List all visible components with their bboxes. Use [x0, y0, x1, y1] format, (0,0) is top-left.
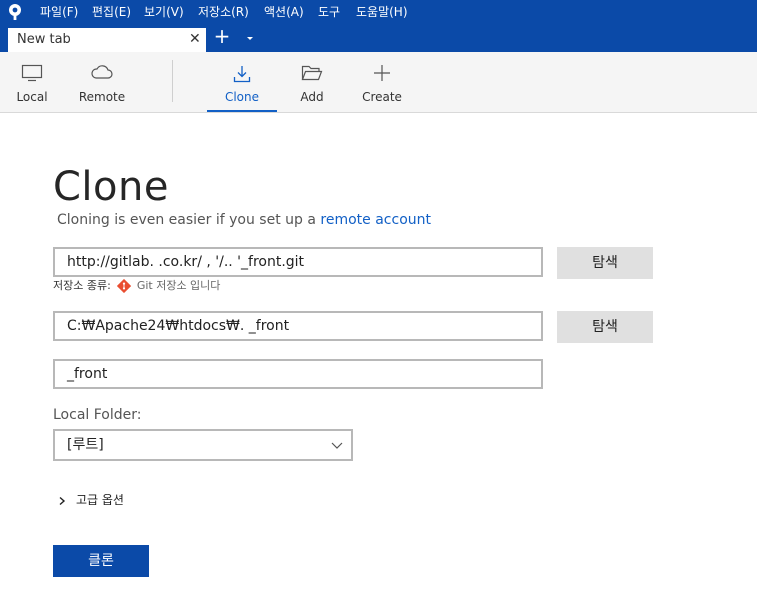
repo-type-info: 저장소 종류: Git 저장소 입니다	[53, 279, 220, 293]
browse-source-button[interactable]: 탐색	[557, 247, 653, 279]
menu-help[interactable]: 도움말(H)	[356, 4, 408, 20]
menu-actions[interactable]: 액션(A)	[264, 4, 304, 20]
menu-tools[interactable]: 도구	[318, 4, 340, 20]
monitor-icon	[21, 64, 43, 82]
tab-dropdown-caret-icon[interactable]	[244, 33, 256, 43]
tab-strip: New tab ✕	[0, 24, 757, 52]
local-folder-value: [루트]	[67, 437, 104, 453]
menu-edit[interactable]: 편집(E)	[92, 4, 131, 20]
subtitle: Cloning is even easier if you set up a r…	[57, 212, 431, 228]
repo-type-value: Git 저장소 입니다	[136, 279, 221, 292]
name-input[interactable]: _front	[53, 359, 543, 389]
menu-file[interactable]: 파일(F)	[40, 4, 78, 20]
clone-tab-button[interactable]: Clone	[207, 52, 277, 112]
clone-tab-label: Clone	[224, 90, 260, 104]
advanced-options-toggle[interactable]: 고급 옵션	[58, 491, 124, 508]
sourcetree-logo-icon[interactable]	[6, 3, 24, 21]
download-icon	[233, 66, 251, 83]
create-button[interactable]: Create	[360, 52, 404, 112]
remote-label: Remote	[78, 90, 126, 104]
cloud-icon	[91, 65, 113, 79]
destination-path-input[interactable]: C:₩Apache24₩htdocs₩. _front	[53, 311, 543, 341]
new-tab-plus-icon[interactable]: +	[212, 26, 232, 47]
close-icon[interactable]: ✕	[189, 31, 201, 47]
chevron-down-icon	[331, 442, 343, 449]
browse-destination-button[interactable]: 탐색	[557, 311, 653, 343]
local-folder-label: Local Folder:	[53, 407, 142, 423]
advanced-options-label: 고급 옵션	[76, 493, 124, 507]
local-folder-select[interactable]: [루트]	[53, 429, 353, 461]
clone-button[interactable]: 클론	[53, 545, 149, 577]
tab-label: New tab	[17, 32, 71, 47]
add-label: Add	[300, 90, 324, 104]
local-label: Local	[16, 90, 48, 104]
page-title: Clone	[53, 164, 169, 210]
create-label: Create	[362, 90, 402, 104]
source-url-input[interactable]: http://gitlab. .co.kr/ , '/.. '_front.gi…	[53, 247, 543, 277]
toolbar-separator	[172, 60, 173, 102]
menu-bar: 파일(F) 편집(E) 보기(V) 저장소(R) 액션(A) 도구 도움말(H)	[0, 0, 757, 24]
subtitle-text: Cloning is even easier if you set up a	[57, 212, 321, 228]
menu-view[interactable]: 보기(V)	[144, 4, 184, 20]
plus-icon	[374, 65, 390, 81]
local-button[interactable]: Local	[10, 52, 54, 112]
chevron-right-icon	[59, 496, 66, 505]
toolbar: Local Remote Clone Add Create	[0, 52, 757, 113]
add-button[interactable]: Add	[292, 52, 332, 112]
git-icon	[117, 279, 132, 293]
menu-repository[interactable]: 저장소(R)	[198, 4, 249, 20]
folder-open-icon	[301, 65, 323, 81]
remote-account-link[interactable]: remote account	[320, 212, 431, 228]
remote-button[interactable]: Remote	[74, 52, 130, 112]
repo-type-label: 저장소 종류:	[53, 279, 111, 292]
tab-new-tab[interactable]: New tab ✕	[8, 28, 206, 52]
